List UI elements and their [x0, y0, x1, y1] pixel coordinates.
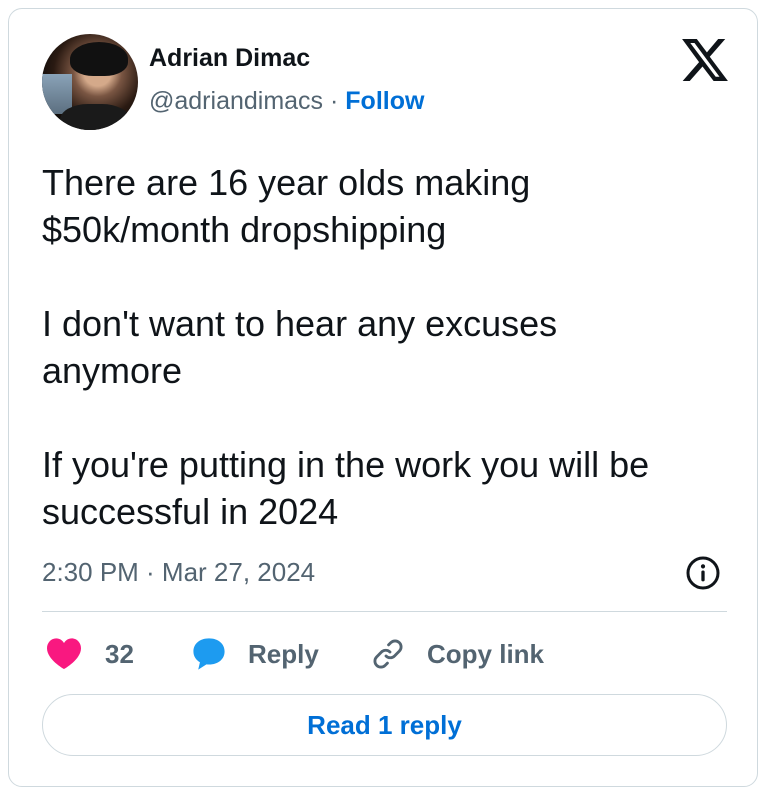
tweet-timestamp[interactable]: 2:30 PM · Mar 27, 2024 — [42, 557, 315, 588]
heart-icon — [47, 638, 81, 670]
reply-label: Reply — [248, 638, 319, 669]
follow-button[interactable]: Follow — [345, 87, 424, 115]
x-logo-icon[interactable] — [682, 39, 728, 81]
copy-link-label: Copy link — [427, 638, 545, 669]
read-replies-button[interactable]: Read 1 reply — [42, 694, 727, 756]
tweet-text: There are 16 year olds making $50k/month… — [42, 162, 650, 532]
copy-link-button[interactable]: Copy link — [371, 636, 544, 672]
divider — [42, 611, 727, 612]
avatar-shirt — [60, 104, 130, 130]
handle-separator: · — [323, 87, 346, 115]
like-count: 32 — [105, 638, 134, 669]
author-handle[interactable]: @adriandimacs — [149, 87, 323, 115]
speech-bubble-icon — [193, 638, 225, 670]
reply-button[interactable]: Reply — [192, 636, 319, 672]
author-handle-line: @adriandimacs · Follow — [149, 87, 424, 116]
author-name[interactable]: Adrian Dimac — [149, 44, 310, 73]
info-icon[interactable] — [685, 555, 721, 591]
link-icon — [373, 639, 403, 669]
avatar[interactable] — [42, 34, 138, 130]
avatar-hair — [70, 42, 128, 76]
tweet-card: Adrian Dimac @adriandimacs · Follow Ther… — [8, 8, 758, 787]
like-button[interactable]: 32 — [47, 636, 134, 672]
